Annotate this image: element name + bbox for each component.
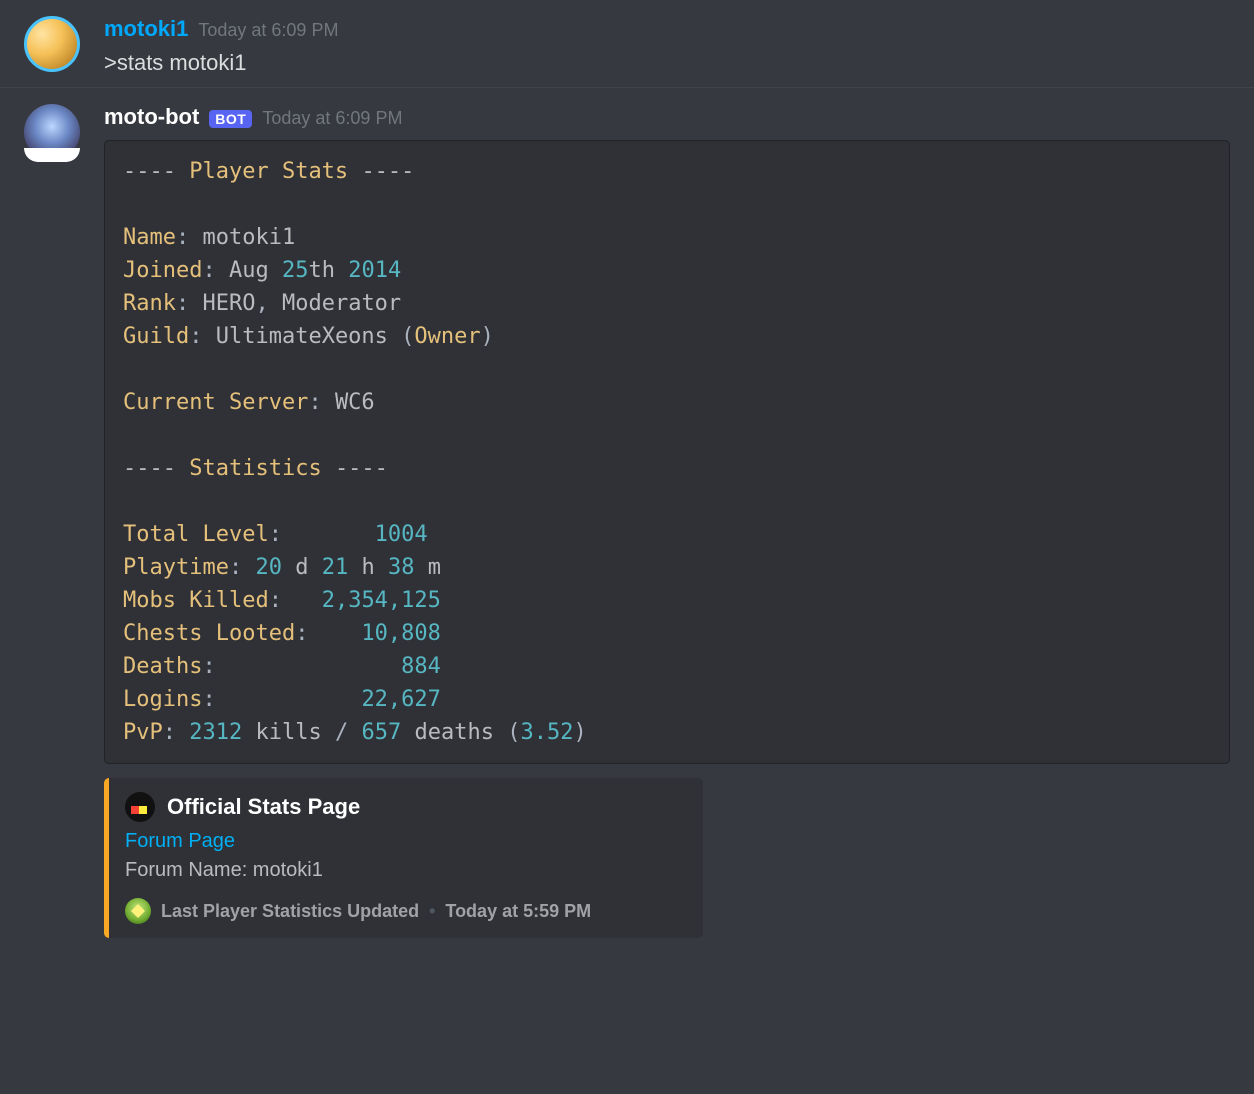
server-value: WC6 xyxy=(335,390,375,415)
playtime-minutes: 38 xyxy=(388,555,415,580)
logins-value: 22,627 xyxy=(361,687,440,712)
deaths-value: 884 xyxy=(401,654,441,679)
embed-card: Official Stats Page Forum Page Forum Nam… xyxy=(104,778,703,938)
stats-header: Player Stats xyxy=(189,159,348,184)
avatar[interactable] xyxy=(24,104,80,160)
pvp-deaths-word: deaths xyxy=(414,720,493,745)
rank-value2: Moderator xyxy=(282,291,401,316)
server-label: Current Server xyxy=(123,390,308,415)
guild-label: Guild xyxy=(123,324,189,349)
mobs-value: 2,354,125 xyxy=(322,588,441,613)
pvp-kills-word: kills xyxy=(255,720,321,745)
guild-value: UltimateXeons xyxy=(216,324,388,349)
chests-value: 10,808 xyxy=(361,621,440,646)
pvp-ratio: 3.52 xyxy=(520,720,573,745)
name-label: Name xyxy=(123,225,176,250)
embed-footer: Last Player Statistics Updated • Today a… xyxy=(125,898,685,924)
rank-label: Rank xyxy=(123,291,176,316)
pvp-kills: 2312 xyxy=(189,720,242,745)
footer-label: Last Player Statistics Updated xyxy=(161,901,419,922)
timestamp: Today at 6:09 PM xyxy=(198,20,338,41)
mobs-label: Mobs Killed xyxy=(123,588,269,613)
joined-year: 2014 xyxy=(348,258,401,283)
embed-title[interactable]: Official Stats Page xyxy=(167,794,360,820)
playtime-label: Playtime xyxy=(123,555,229,580)
guild-role: Owner xyxy=(414,324,480,349)
embed-link[interactable]: Forum Page xyxy=(125,830,685,853)
message-user: motoki1 Today at 6:09 PM >stats motoki1 xyxy=(0,0,1254,87)
avatar[interactable] xyxy=(24,16,80,72)
name-value: motoki1 xyxy=(202,225,295,250)
footer-timestamp: Today at 5:59 PM xyxy=(445,901,591,922)
total-level-value: 1004 xyxy=(375,522,428,547)
username[interactable]: motoki1 xyxy=(104,16,188,42)
footer-icon xyxy=(125,898,151,924)
pvp-label: PvP xyxy=(123,720,163,745)
message-header: moto-bot BOT Today at 6:09 PM xyxy=(104,104,1230,130)
joined-label: Joined xyxy=(123,258,202,283)
message-content: >stats motoki1 xyxy=(104,46,1230,79)
pvp-deaths: 657 xyxy=(361,720,401,745)
embed-description: Forum Name: motoki1 xyxy=(125,859,685,882)
total-level-label: Total Level xyxy=(123,522,269,547)
embed-author-icon xyxy=(125,792,155,822)
chests-label: Chests Looted xyxy=(123,621,295,646)
joined-month: Aug xyxy=(229,258,269,283)
joined-day-suffix: th xyxy=(308,258,335,283)
logins-label: Logins xyxy=(123,687,202,712)
playtime-hours: 21 xyxy=(322,555,349,580)
username[interactable]: moto-bot xyxy=(104,104,199,130)
message-header: motoki1 Today at 6:09 PM xyxy=(104,16,1230,42)
footer-separator: • xyxy=(429,901,435,922)
bot-badge: BOT xyxy=(209,110,252,128)
playtime-days: 20 xyxy=(255,555,282,580)
joined-day: 25 xyxy=(282,258,309,283)
deaths-label: Deaths xyxy=(123,654,202,679)
code-block: ---- Player Stats ---- Name: motoki1 Joi… xyxy=(104,140,1230,764)
timestamp: Today at 6:09 PM xyxy=(262,108,402,129)
rank-value: HERO xyxy=(202,291,255,316)
message-bot: moto-bot BOT Today at 6:09 PM ---- Playe… xyxy=(0,88,1254,946)
stats-header2: Statistics xyxy=(189,456,321,481)
